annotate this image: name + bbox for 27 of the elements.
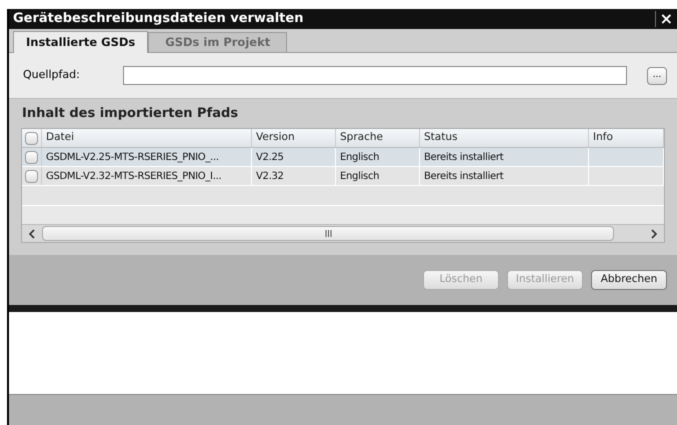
column-header[interactable]: Sprache bbox=[336, 129, 420, 147]
checkbox[interactable] bbox=[25, 170, 38, 182]
table-row[interactable]: GSDML-V2.25-MTS-RSERIES_PNIO_... V2.25 Englisch Bereits installiert bbox=[22, 148, 664, 167]
column-header[interactable]: Datei bbox=[42, 129, 252, 147]
column-header[interactable]: Status bbox=[420, 129, 589, 147]
table-row[interactable]: GSDML-V2.32-MTS-RSERIES_PNIO_I... V2.32 Englisch Bereits installiert bbox=[22, 167, 664, 186]
table-cell-text: GSDML-V2.32-MTS-RSERIES_PNIO_I... bbox=[45, 170, 222, 184]
table-cell-text: Bereits installiert bbox=[423, 170, 504, 184]
table-cell-text: V2.32 bbox=[255, 170, 285, 184]
table-cell-text: Bereits installiert bbox=[423, 150, 504, 164]
window-title: Gerätebeschreibungsdateien verwalten bbox=[13, 10, 304, 28]
table-cell-text: Englisch bbox=[339, 170, 380, 184]
checkbox[interactable] bbox=[25, 150, 38, 164]
checkbox[interactable] bbox=[25, 132, 38, 144]
tab[interactable]: Installierte GSDs bbox=[13, 31, 148, 53]
source-path-field[interactable] bbox=[123, 66, 627, 85]
browse-button[interactable]: ... bbox=[647, 66, 667, 84]
section-title: Inhalt des importierten Pfads bbox=[22, 104, 238, 123]
close-button[interactable]: × bbox=[654, 11, 677, 27]
scrollbar-thumb[interactable] bbox=[42, 226, 614, 241]
table-cell-text: V2.25 bbox=[255, 150, 285, 164]
column-header[interactable]: Version bbox=[252, 129, 336, 147]
table-cell-text: GSDML-V2.25-MTS-RSERIES_PNIO_... bbox=[45, 150, 220, 164]
column-header[interactable]: Info bbox=[589, 129, 664, 147]
dialog-button[interactable]: Abbrechen bbox=[591, 270, 667, 290]
table-cell-text: Englisch bbox=[339, 150, 380, 164]
source-path-label: Quellpfad: bbox=[23, 67, 81, 84]
